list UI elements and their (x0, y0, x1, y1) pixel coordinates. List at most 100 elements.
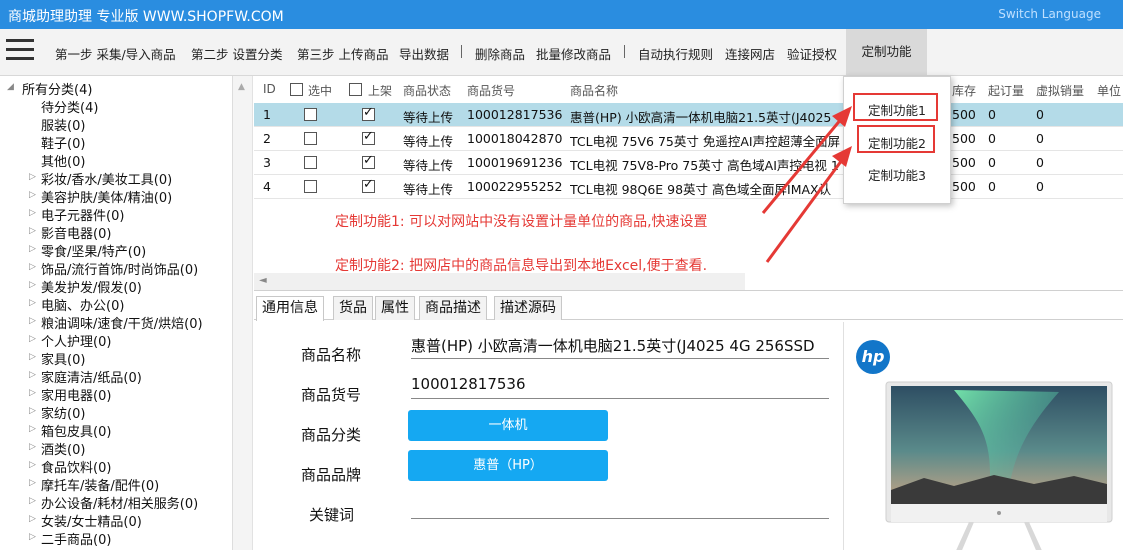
tree-item[interactable]: 摩托车/装备/配件(0) (41, 475, 159, 494)
expand-arrow-icon[interactable]: ▷ (29, 298, 36, 308)
col-unit[interactable]: 单位 (1097, 82, 1121, 99)
tab-goods[interactable]: 货品 (333, 296, 373, 320)
expand-arrow-icon[interactable]: ▷ (29, 424, 36, 434)
col-id[interactable]: ID (263, 82, 276, 96)
tree-item[interactable]: 电脑、办公(0) (41, 295, 124, 314)
switch-language-link[interactable]: Switch Language (998, 7, 1101, 21)
expand-arrow-icon[interactable]: ▷ (29, 208, 36, 218)
col-name[interactable]: 商品名称 (570, 82, 618, 99)
expand-arrow-icon[interactable]: ▷ (29, 460, 36, 470)
scroll-up-arrow-icon[interactable]: ▲ (238, 82, 245, 92)
expand-arrow-icon[interactable]: ▷ (29, 172, 36, 182)
expand-arrow-icon[interactable]: ▷ (29, 190, 36, 200)
expand-arrow-icon[interactable]: ▷ (29, 532, 36, 542)
tree-item[interactable]: 饰品/流行首饰/时尚饰品(0) (41, 259, 198, 278)
menu-custom-features[interactable]: 定制功能 (846, 29, 927, 75)
tree-item[interactable]: 箱包皮具(0) (41, 421, 111, 440)
expanded-arrow-icon[interactable]: ◢ (7, 82, 14, 92)
col-moq[interactable]: 起订量 (988, 82, 1024, 99)
product-category-button[interactable]: 一体机 (408, 410, 608, 441)
expand-arrow-icon[interactable]: ▷ (29, 388, 36, 398)
tree-item[interactable]: 零食/坚果/特产(0) (41, 241, 146, 260)
tree-root-all-categories[interactable]: 所有分类(4) (22, 79, 92, 98)
tree-item[interactable]: 其他(0) (41, 151, 85, 170)
table-row[interactable]: 1 等待上传 100012817536 惠普(HP) 小欧高清一体机电脑21.5英寸(… (254, 103, 1123, 127)
tree-item[interactable]: 个人护理(0) (41, 331, 111, 350)
row-listed-checkbox[interactable] (362, 153, 375, 169)
expand-arrow-icon[interactable]: ▷ (29, 280, 36, 290)
tree-item[interactable]: 家具(0) (41, 349, 85, 368)
tab-description-source[interactable]: 描述源码 (494, 296, 562, 320)
row-listed-checkbox[interactable] (362, 129, 375, 145)
tab-general-info[interactable]: 通用信息 (256, 296, 324, 321)
row-select-checkbox[interactable] (304, 132, 317, 145)
scroll-left-arrow-icon[interactable]: ◄ (259, 275, 267, 286)
tree-scrollbar[interactable]: ▲ (233, 76, 253, 550)
menu-step2-category[interactable]: 第二步 设置分类 (191, 44, 282, 63)
expand-arrow-icon[interactable]: ▷ (29, 352, 36, 362)
col-stock[interactable]: 库存 (952, 82, 976, 99)
select-all-checkbox[interactable] (290, 83, 303, 96)
expand-arrow-icon[interactable]: ▷ (29, 370, 36, 380)
menu-export-data[interactable]: 导出数据 (399, 44, 449, 63)
row-select-checkbox[interactable] (304, 180, 317, 193)
dropdown-item-feature3[interactable]: 定制功能3 (844, 165, 950, 184)
grid-horizontal-scrollbar[interactable]: ◄ (254, 273, 745, 290)
tree-item[interactable]: 鞋子(0) (41, 133, 85, 152)
menu-connect-store[interactable]: 连接网店 (725, 44, 775, 63)
col-virtual-sales[interactable]: 虚拟销量 (1036, 82, 1084, 99)
expand-arrow-icon[interactable]: ▷ (29, 244, 36, 254)
list-all-checkbox[interactable] (349, 83, 362, 96)
product-brand-button[interactable]: 惠普（HP） (408, 450, 608, 481)
title-bar: 商城助理助理 专业版 WWW.SHOPFW.COM Switch Languag… (0, 0, 1123, 29)
row-listed-checkbox[interactable] (362, 105, 375, 121)
row-select-checkbox[interactable] (304, 156, 317, 169)
tree-item[interactable]: 办公设备/耗材/相关服务(0) (41, 493, 198, 512)
tree-item[interactable]: 家庭清洁/纸品(0) (41, 367, 142, 386)
menu-verify-license[interactable]: 验证授权 (787, 44, 837, 63)
col-sku[interactable]: 商品货号 (467, 82, 515, 99)
expand-arrow-icon[interactable]: ▷ (29, 316, 36, 326)
table-row[interactable]: 2 等待上传 100018042870 TCL电视 75V6 75英寸 免遥控AI声控… (254, 127, 1123, 151)
col-selected[interactable]: 选中 (308, 82, 332, 99)
expand-arrow-icon[interactable]: ▷ (29, 406, 36, 416)
tree-item[interactable]: 家用电器(0) (41, 385, 111, 404)
tree-item[interactable]: 二手商品(0) (41, 529, 111, 548)
row-listed-checkbox[interactable] (362, 177, 375, 193)
menu-batch-edit[interactable]: 批量修改商品 (536, 44, 611, 63)
col-listed[interactable]: 上架 (368, 82, 392, 99)
tree-item[interactable]: 女装/女士精品(0) (41, 511, 142, 530)
tree-item[interactable]: 食品饮料(0) (41, 457, 111, 476)
table-row[interactable]: 4 等待上传 100022955252 TCL电视 98Q6E 98英寸 高色域全面屏… (254, 175, 1123, 199)
tree-item[interactable]: 美容护肤/美体/精油(0) (41, 187, 172, 206)
expand-arrow-icon[interactable]: ▷ (29, 262, 36, 272)
tree-item[interactable]: 电子元器件(0) (41, 205, 124, 224)
product-name-input[interactable]: 惠普(HP) 小欧高清一体机电脑21.5英寸(J4025 4G 256SSD (411, 335, 829, 356)
table-row[interactable]: 3 等待上传 100019691236 TCL电视 75V8-Pro 75英寸 高色域… (254, 151, 1123, 175)
tree-item[interactable]: 影音电器(0) (41, 223, 111, 242)
menu-step3-upload[interactable]: 第三步 上传商品 (297, 44, 388, 63)
expand-arrow-icon[interactable]: ▷ (29, 334, 36, 344)
tab-attributes[interactable]: 属性 (375, 296, 415, 320)
tree-item[interactable]: 粮油调味/速食/干货/烘焙(0) (41, 313, 203, 332)
row-select-checkbox[interactable] (304, 108, 317, 121)
menu-delete-products[interactable]: 删除商品 (475, 44, 525, 63)
tree-item[interactable]: 待分类(4) (41, 97, 98, 116)
hamburger-menu-icon[interactable] (6, 37, 34, 63)
product-sku-input[interactable]: 100012817536 (411, 375, 829, 393)
tree-item[interactable]: 服装(0) (41, 115, 85, 134)
tab-description[interactable]: 商品描述 (419, 296, 487, 320)
expand-arrow-icon[interactable]: ▷ (29, 442, 36, 452)
expand-arrow-icon[interactable]: ▷ (29, 226, 36, 236)
expand-arrow-icon[interactable]: ▷ (29, 478, 36, 488)
tree-item[interactable]: 酒类(0) (41, 439, 85, 458)
menu-auto-rules[interactable]: 自动执行规则 (638, 44, 713, 63)
expand-arrow-icon[interactable]: ▷ (29, 514, 36, 524)
tree-item[interactable]: 家纺(0) (41, 403, 85, 422)
tree-item[interactable]: 美发护发/假发(0) (41, 277, 142, 296)
cell-status: 等待上传 (403, 134, 454, 149)
menu-step1-collect[interactable]: 第一步 采集/导入商品 (55, 44, 176, 63)
expand-arrow-icon[interactable]: ▷ (29, 496, 36, 506)
col-status[interactable]: 商品状态 (403, 82, 451, 99)
tree-item[interactable]: 彩妆/香水/美妆工具(0) (41, 169, 172, 188)
